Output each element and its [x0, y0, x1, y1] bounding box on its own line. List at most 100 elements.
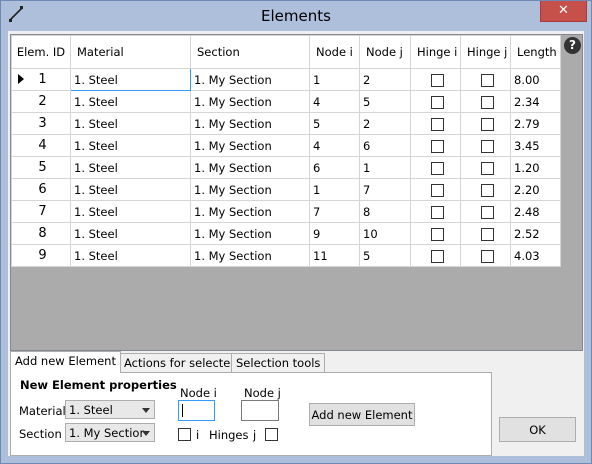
cell-node-i[interactable]: 4 [309, 90, 360, 113]
hinge-checkbox[interactable] [480, 205, 494, 219]
cell-node-j[interactable]: 5 [359, 244, 411, 267]
cell-length[interactable]: 2.52 [510, 222, 561, 245]
cell-elem-id[interactable]: 8 [11, 222, 71, 245]
cell-section[interactable]: 1. My Section [190, 222, 310, 245]
cell-elem-id[interactable]: 1 [11, 68, 71, 91]
tab-selection-tools[interactable]: Selection tools [231, 353, 326, 372]
cell-node-j[interactable]: 5 [359, 90, 411, 113]
cell-length[interactable]: 3.45 [510, 134, 561, 157]
cell-hinge-j[interactable] [460, 134, 511, 157]
cell-material[interactable]: 1. Steel [70, 200, 191, 223]
col-header-node-j[interactable]: Node j [359, 35, 411, 69]
hinge-checkbox[interactable] [480, 183, 494, 197]
cell-hinge-i[interactable] [410, 178, 461, 201]
cell-hinge-j[interactable] [460, 178, 511, 201]
hinge-checkbox[interactable] [430, 249, 444, 263]
cell-node-j[interactable]: 6 [359, 134, 411, 157]
table-row[interactable]: 6 1. Steel 1. My Section 1 7 2.20 [11, 178, 561, 201]
col-header-material[interactable]: Material [70, 35, 191, 69]
hinge-checkbox[interactable] [480, 95, 494, 109]
hinge-checkbox[interactable] [430, 139, 444, 153]
cell-material[interactable]: 1. Steel [70, 156, 191, 179]
hinge-j-checkbox[interactable] [265, 428, 278, 441]
cell-node-i[interactable]: 6 [309, 156, 360, 179]
cell-elem-id[interactable]: 9 [11, 244, 71, 267]
cell-material[interactable]: 1. Steel [70, 134, 191, 157]
cell-hinge-i[interactable] [410, 134, 461, 157]
hinge-checkbox[interactable] [480, 161, 494, 175]
cell-section[interactable]: 1. My Section [190, 156, 310, 179]
cell-section[interactable]: 1. My Section [190, 112, 310, 135]
cell-length[interactable]: 4.03 [510, 244, 561, 267]
col-header-hinge-j[interactable]: Hinge j [460, 35, 511, 69]
hinge-checkbox[interactable] [430, 205, 444, 219]
cell-material[interactable]: 1. Steel [70, 244, 191, 267]
table-row[interactable]: 9 1. Steel 1. My Section 11 5 4.03 [11, 244, 561, 267]
cell-length[interactable]: 2.48 [510, 200, 561, 223]
hinge-checkbox[interactable] [430, 73, 444, 87]
cell-elem-id[interactable]: 2 [11, 90, 71, 113]
col-header-node-i[interactable]: Node i [309, 35, 360, 69]
add-new-element-button[interactable]: Add new Element [309, 403, 415, 426]
cell-material[interactable]: 1. Steel [70, 90, 191, 113]
hinge-checkbox[interactable] [480, 249, 494, 263]
cell-hinge-i[interactable] [410, 244, 461, 267]
cell-node-j[interactable]: 10 [359, 222, 411, 245]
cell-hinge-i[interactable] [410, 68, 461, 91]
node-j-input[interactable] [241, 400, 279, 421]
cell-node-i[interactable]: 1 [309, 68, 360, 91]
col-header-length[interactable]: Length [510, 35, 561, 69]
cell-length[interactable]: 2.79 [510, 112, 561, 135]
hinge-checkbox[interactable] [430, 183, 444, 197]
cell-hinge-j[interactable] [460, 200, 511, 223]
tab-add-new-element[interactable]: Add new Element [10, 351, 121, 373]
table-row[interactable]: 2 1. Steel 1. My Section 4 5 2.34 [11, 90, 561, 113]
hinge-checkbox[interactable] [480, 117, 494, 131]
cell-node-i[interactable]: 11 [309, 244, 360, 267]
cell-hinge-i[interactable] [410, 200, 461, 223]
cell-elem-id[interactable]: 4 [11, 134, 71, 157]
cell-hinge-j[interactable] [460, 90, 511, 113]
table-row[interactable]: 4 1. Steel 1. My Section 4 6 3.45 [11, 134, 561, 157]
cell-hinge-j[interactable] [460, 244, 511, 267]
cell-length[interactable]: 1.20 [510, 156, 561, 179]
cell-section[interactable]: 1. My Section [190, 90, 310, 113]
cell-material[interactable]: 1. Steel [70, 112, 191, 135]
table-row[interactable]: 7 1. Steel 1. My Section 7 8 2.48 [11, 200, 561, 223]
material-select[interactable]: 1. Steel [65, 400, 155, 419]
hinge-checkbox[interactable] [430, 95, 444, 109]
cell-node-i[interactable]: 7 [309, 200, 360, 223]
help-icon[interactable]: ? [564, 37, 581, 54]
elements-grid[interactable]: Elem. ID Material Section Node i Node j … [10, 34, 583, 351]
cell-hinge-j[interactable] [460, 222, 511, 245]
cell-material[interactable]: 1. Steel [70, 178, 191, 201]
hinge-i-checkbox[interactable] [178, 428, 191, 441]
cell-section[interactable]: 1. My Section [190, 244, 310, 267]
section-select[interactable]: 1. My Sectior [65, 423, 155, 442]
table-row[interactable]: 1 1. Steel 1. My Section 1 2 8.00 [11, 68, 561, 91]
cell-node-i[interactable]: 1 [309, 178, 360, 201]
table-row[interactable]: 5 1. Steel 1. My Section 6 1 1.20 [11, 156, 561, 179]
node-i-input[interactable] [178, 400, 215, 421]
cell-elem-id[interactable]: 5 [11, 156, 71, 179]
hinge-checkbox[interactable] [480, 227, 494, 241]
table-row[interactable]: 3 1. Steel 1. My Section 5 2 2.79 [11, 112, 561, 135]
cell-node-j[interactable]: 2 [359, 68, 411, 91]
col-header-elem-id[interactable]: Elem. ID [11, 35, 71, 69]
title-bar[interactable]: Elements ✕ [1, 1, 591, 31]
hinge-checkbox[interactable] [480, 73, 494, 87]
hinge-checkbox[interactable] [430, 227, 444, 241]
cell-elem-id[interactable]: 7 [11, 200, 71, 223]
cell-length[interactable]: 8.00 [510, 68, 561, 91]
cell-node-i[interactable]: 5 [309, 112, 360, 135]
cell-node-j[interactable]: 2 [359, 112, 411, 135]
cell-hinge-i[interactable] [410, 156, 461, 179]
col-header-section[interactable]: Section [190, 35, 310, 69]
table-row[interactable]: 8 1. Steel 1. My Section 9 10 2.52 [11, 222, 561, 245]
cell-hinge-i[interactable] [410, 90, 461, 113]
cell-hinge-i[interactable] [410, 222, 461, 245]
cell-material[interactable]: 1. Steel [70, 222, 191, 245]
cell-section[interactable]: 1. My Section [190, 68, 310, 91]
cell-elem-id[interactable]: 6 [11, 178, 71, 201]
cell-node-j[interactable]: 7 [359, 178, 411, 201]
